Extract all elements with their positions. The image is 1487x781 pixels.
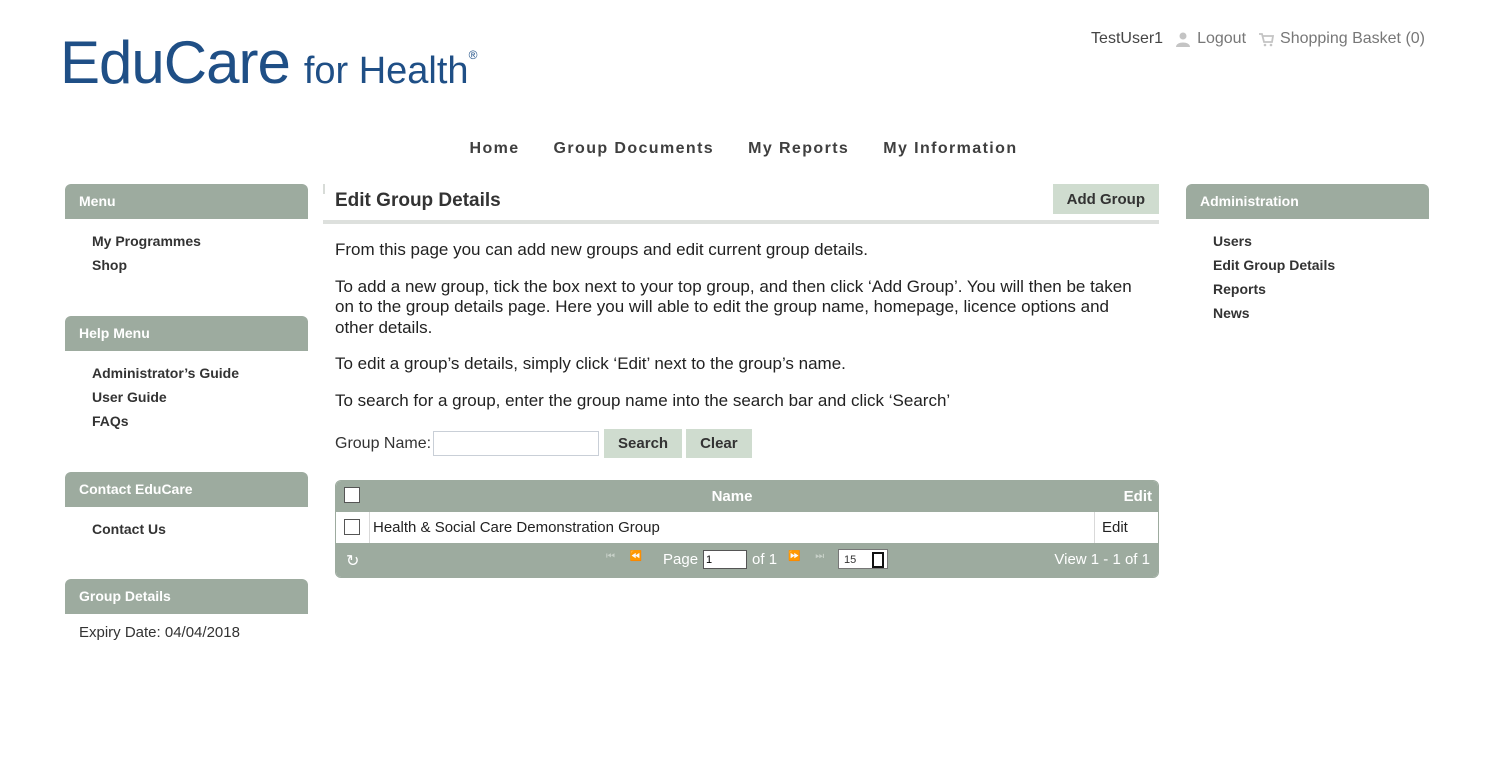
- contact-us-link[interactable]: Contact Us: [92, 517, 308, 541]
- search-bar: Group Name: Search Clear: [335, 429, 756, 458]
- logout-link[interactable]: Logout: [1197, 30, 1246, 48]
- nav-my-information[interactable]: My Information: [883, 140, 1017, 158]
- rows-per-page-select[interactable]: 15: [838, 549, 888, 569]
- page-count: of 1: [752, 551, 778, 568]
- cart-icon: [1258, 31, 1275, 47]
- page-selector: Page of 1: [663, 550, 777, 569]
- group-details-panel: Group Details Expiry Date: 04/04/2018: [65, 579, 308, 641]
- menu-panel: Menu My Programmes Shop: [65, 184, 308, 277]
- refresh-icon[interactable]: ↻: [346, 551, 359, 571]
- table-row: Health & Social Care Demonstration Group…: [336, 512, 1158, 543]
- row-checkbox[interactable]: [344, 519, 360, 535]
- help-item-admin-guide[interactable]: Administrator’s Guide: [92, 361, 308, 385]
- first-prev-page-icons[interactable]: ⏮ ⏪: [606, 551, 648, 562]
- next-last-page-icons[interactable]: ⏩ ⏭: [788, 551, 830, 562]
- admin-panel-title: Administration: [1186, 184, 1429, 219]
- group-details-title: Group Details: [65, 579, 308, 614]
- nav-group-documents[interactable]: Group Documents: [554, 140, 715, 158]
- page-number-input[interactable]: [703, 550, 748, 569]
- user-bar: TestUser1 Logout Shopping Basket (0): [1091, 30, 1425, 48]
- view-records-count: View 1 - 1 of 1: [1054, 551, 1150, 568]
- main-content: Edit Group Details Add Group From this p…: [323, 184, 1159, 578]
- column-header-name[interactable]: Name: [336, 488, 1128, 505]
- group-name-input[interactable]: [433, 431, 600, 456]
- clear-button[interactable]: Clear: [686, 429, 752, 458]
- column-header-edit: Edit: [1123, 488, 1152, 505]
- search-instructions: To search for a group, enter the group n…: [335, 390, 951, 410]
- nav-home[interactable]: Home: [469, 140, 519, 158]
- table-header: Name Edit: [336, 481, 1158, 512]
- edit-instructions: To edit a group’s details, simply click …: [335, 354, 846, 373]
- content-header: Edit Group Details Add Group: [323, 184, 1159, 224]
- intro-text: From this page you can add new groups an…: [335, 240, 868, 259]
- search-button[interactable]: Search: [604, 429, 683, 458]
- help-item-user-guide[interactable]: User Guide: [92, 385, 308, 409]
- group-name-cell: Health & Social Care Demonstration Group: [369, 512, 1093, 543]
- admin-panel: Administration Users Edit Group Details …: [1186, 184, 1429, 325]
- expiry-date: Expiry Date: 04/04/2018: [79, 624, 240, 641]
- contact-panel-title: Contact EduCare: [65, 472, 308, 507]
- rows-dropdown-icon: [872, 552, 884, 568]
- add-group-button[interactable]: Add Group: [1052, 184, 1159, 214]
- groups-table: Name Edit Health & Social Care Demonstra…: [335, 480, 1159, 578]
- admin-item-users[interactable]: Users: [1213, 229, 1429, 253]
- menu-panel-title: Menu: [65, 184, 308, 219]
- page-title: Edit Group Details: [335, 190, 501, 211]
- menu-item-shop[interactable]: Shop: [92, 253, 308, 277]
- username: TestUser1: [1091, 30, 1164, 47]
- logo-main: EduCare: [60, 29, 291, 96]
- nav-my-reports[interactable]: My Reports: [748, 140, 849, 158]
- educare-logo[interactable]: EduCare for Health®: [60, 28, 477, 97]
- contact-panel: Contact EduCare Contact Us: [65, 472, 308, 541]
- page-label: Page: [663, 551, 699, 568]
- group-name-label: Group Name:: [335, 434, 432, 452]
- user-icon: [1175, 31, 1191, 47]
- logo-registered-mark: ®: [468, 48, 478, 62]
- menu-item-my-programmes[interactable]: My Programmes: [92, 229, 308, 253]
- table-pager: ↻ ⏮ ⏪ Page of 1 ⏩ ⏭ 15 View 1 - 1 of 1: [336, 543, 1158, 577]
- main-nav: Home Group Documents My Reports My Infor…: [0, 140, 1487, 158]
- edit-link[interactable]: Edit: [1094, 512, 1158, 543]
- logo-sub: for Health: [303, 50, 469, 92]
- admin-item-reports[interactable]: Reports: [1213, 277, 1429, 301]
- help-item-faqs[interactable]: FAQs: [92, 409, 308, 433]
- help-panel-title: Help Menu: [65, 316, 308, 351]
- help-panel: Help Menu Administrator’s Guide User Gui…: [65, 316, 308, 433]
- shopping-basket-link[interactable]: Shopping Basket (0): [1280, 30, 1425, 48]
- header-corner-divider: [323, 184, 325, 194]
- admin-item-news[interactable]: News: [1213, 301, 1429, 325]
- admin-item-edit-group-details[interactable]: Edit Group Details: [1213, 253, 1429, 277]
- add-group-instructions: To add a new group, tick the box next to…: [335, 276, 1132, 337]
- rows-per-page-value: 15: [844, 554, 857, 566]
